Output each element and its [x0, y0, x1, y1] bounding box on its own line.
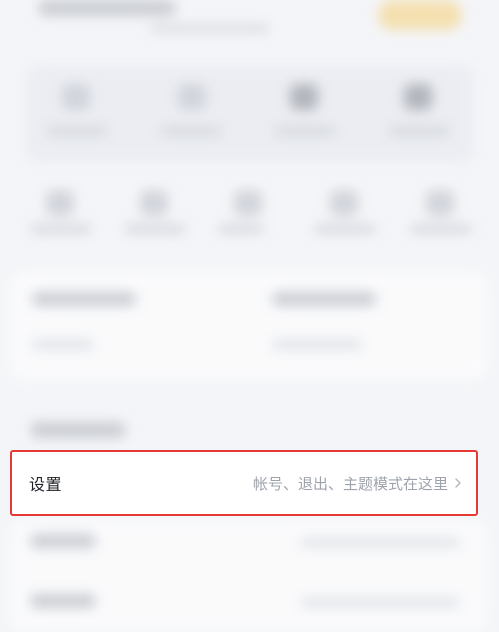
blurred-feature-label [160, 126, 222, 136]
blurred-feature-icon [62, 84, 90, 110]
blurred-feature-icon [290, 84, 318, 110]
blurred-stats-card [10, 272, 488, 380]
blurred-tool-label [314, 224, 376, 234]
blurred-list-hint [300, 598, 460, 607]
blurred-list-title [30, 534, 96, 548]
blurred-tool-label [410, 224, 472, 234]
blurred-tool-icon [234, 190, 262, 216]
blurred-feature-label [274, 126, 336, 136]
settings-hint-group: 帐号、退出、主题模式在这里 [253, 473, 464, 494]
blurred-header-text [38, 0, 176, 16]
blurred-stat-subtext [272, 340, 362, 349]
blurred-tool-icon [426, 190, 454, 216]
blurred-feature-icon [404, 84, 432, 110]
chevron-right-icon [455, 478, 461, 488]
blurred-section-heading [30, 422, 126, 438]
blurred-background [0, 0, 499, 632]
blurred-tool-icon [46, 190, 74, 216]
blurred-tool-label [124, 224, 186, 234]
blurred-feature-card [26, 66, 474, 162]
blurred-feature-icon [178, 84, 206, 110]
blurred-stat-title [32, 292, 136, 306]
blurred-feature-label [46, 126, 108, 136]
blurred-tool-icon [330, 190, 358, 216]
blurred-tool-icon [140, 190, 168, 216]
settings-title: 设置 [29, 475, 63, 494]
settings-row[interactable]: 设置 帐号、退出、主题模式在这里 [10, 450, 478, 516]
blurred-stat-title [272, 292, 376, 306]
blurred-feature-label [388, 126, 450, 136]
blurred-list-hint [300, 538, 460, 547]
blurred-stat-subtext [32, 340, 94, 349]
app-screen: 设置 帐号、退出、主题模式在这里 [0, 0, 499, 632]
blurred-header-button [378, 0, 462, 30]
blurred-header-subtext [150, 24, 270, 33]
settings-hint: 帐号、退出、主题模式在这里 [252, 474, 448, 493]
blurred-tool-label [30, 224, 92, 234]
blurred-tool-label [218, 224, 264, 234]
blurred-list-title [30, 594, 96, 608]
